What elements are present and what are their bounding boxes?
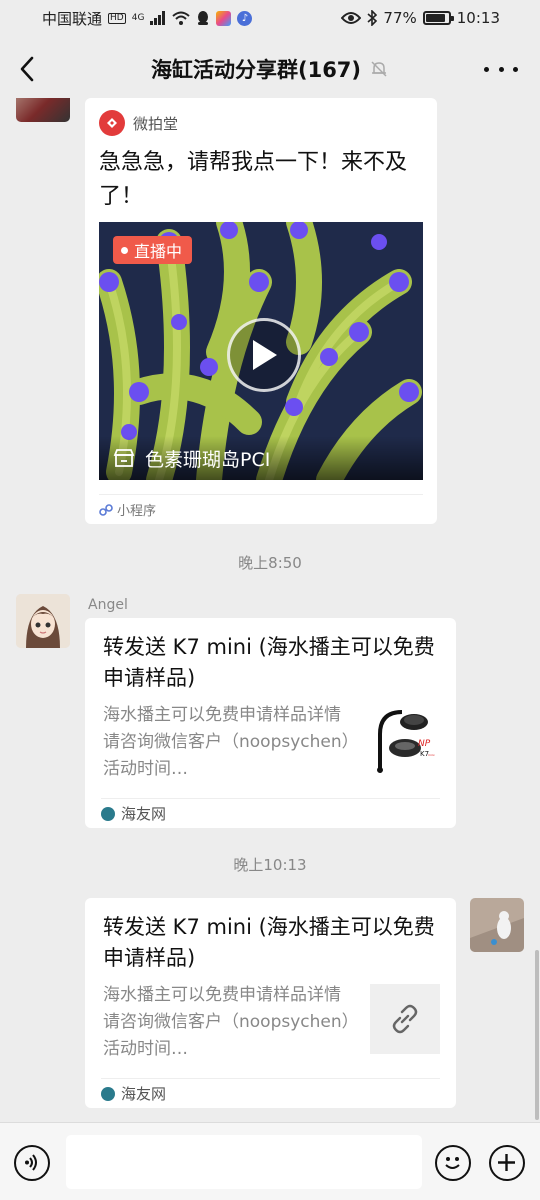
status-right: 77% 10:13	[341, 9, 500, 27]
weipaitang-logo-icon	[99, 110, 125, 136]
status-left: 中国联通 HD 4G ♪	[42, 8, 253, 29]
live-badge: 直播中	[113, 236, 193, 264]
hd-icon: HD	[108, 12, 126, 24]
mini-program-icon	[99, 503, 113, 516]
carrier-label: 中国联通	[42, 9, 103, 28]
product-brand-text: NP	[418, 739, 431, 749]
mini-program-source: 微拍堂	[133, 114, 179, 133]
link-footer: 海友网	[101, 798, 440, 828]
site-logo-icon	[101, 1086, 115, 1101]
chat-title: 海缸活动分享群(167)	[150, 58, 362, 82]
more-button[interactable]	[484, 52, 518, 86]
mini-program-footer: 小程序	[99, 494, 423, 524]
network-label: 4G	[131, 12, 145, 23]
wifi-icon	[172, 11, 191, 25]
play-button[interactable]	[227, 318, 301, 392]
more-dot	[513, 66, 518, 72]
voice-button[interactable]	[14, 1145, 50, 1181]
chat-header: 海缸活动分享群(167)	[0, 40, 540, 98]
input-bar	[0, 1122, 540, 1200]
plus-icon	[498, 1154, 515, 1171]
qq-icon	[198, 11, 209, 25]
eye-icon	[341, 12, 362, 24]
link-footer: 海友网	[101, 1078, 440, 1108]
angel-avatar[interactable]	[16, 594, 70, 648]
product-model-suffix: mini	[428, 753, 435, 757]
bluetooth-icon	[367, 10, 378, 26]
site-name: 海友网	[121, 805, 167, 823]
shop-icon	[113, 449, 135, 467]
chat-area[interactable]: 微拍堂 急急急，请帮我点一下！来不及了！ 直播中 色素珊瑚岛PCI 小程序 晚上…	[0, 98, 540, 1122]
live-dot	[121, 246, 128, 254]
link-card[interactable]: 转发送 K7 mini (海水播主可以免费申请样品) 海水播主可以免费申请样品详…	[85, 898, 456, 1108]
my-avatar[interactable]	[470, 898, 524, 952]
clock: 10:13	[456, 9, 500, 27]
shop-bar: 色素珊瑚岛PCI	[99, 436, 423, 480]
link-icon	[392, 1004, 418, 1034]
site-name: 海友网	[121, 1085, 167, 1103]
music-icon: ♪	[237, 10, 253, 26]
site-logo-icon	[101, 806, 115, 821]
scrollbar[interactable]	[535, 950, 539, 1120]
link-placeholder-thumbnail	[370, 984, 440, 1054]
chevron-left-icon	[20, 56, 34, 82]
more-dot	[498, 66, 504, 72]
sender-name: Angel	[88, 597, 128, 613]
link-title: 转发送 K7 mini (海水播主可以免费申请样品)	[103, 915, 435, 970]
plus-button[interactable]	[489, 1145, 525, 1181]
mini-program-header: 微拍堂	[99, 110, 178, 136]
link-description: 海水播主可以免费申请样品详情请咨询微信客户（noopsychen）活动时间…	[103, 985, 351, 1059]
mini-program-card[interactable]: 微拍堂 急急急，请帮我点一下！来不及了！ 直播中 色素珊瑚岛PCI 小程序	[85, 98, 437, 524]
mute-bell-icon	[371, 61, 387, 77]
signal-icon	[150, 11, 166, 25]
play-icon	[253, 340, 277, 370]
message-text: 急急急，请帮我点一下！来不及了！	[99, 150, 408, 209]
voice-icon	[25, 1154, 37, 1171]
emoji-button[interactable]	[435, 1145, 471, 1181]
timestamp: 晚上10:13	[233, 856, 307, 874]
live-label: 直播中	[134, 242, 183, 261]
sender-avatar[interactable]	[16, 98, 70, 122]
angel-avatar-image	[16, 594, 70, 648]
live-cover[interactable]: 直播中 色素珊瑚岛PCI	[99, 222, 423, 480]
more-dot	[484, 66, 489, 72]
message-input[interactable]	[66, 1135, 422, 1189]
status-bar: 中国联通 HD 4G ♪ 77% 10:13	[0, 0, 540, 36]
product-thumbnail: NP K7 mini	[370, 704, 440, 774]
app-icon	[216, 10, 232, 26]
emoji-icon	[445, 1157, 460, 1169]
link-title: 转发送 K7 mini (海水播主可以免费申请样品)	[103, 635, 435, 690]
timestamp: 晚上8:50	[238, 554, 302, 572]
battery-percent: 77%	[383, 9, 417, 27]
battery-icon	[422, 11, 454, 25]
link-description: 海水播主可以免费申请样品详情请咨询微信客户（noopsychen）活动时间…	[103, 705, 351, 779]
back-button[interactable]	[14, 52, 46, 86]
mini-program-label: 小程序	[117, 504, 157, 519]
shop-name: 色素珊瑚岛PCI	[145, 448, 271, 471]
my-avatar-image	[470, 898, 524, 952]
link-card[interactable]: 转发送 K7 mini (海水播主可以免费申请样品) 海水播主可以免费申请样品详…	[85, 618, 456, 828]
